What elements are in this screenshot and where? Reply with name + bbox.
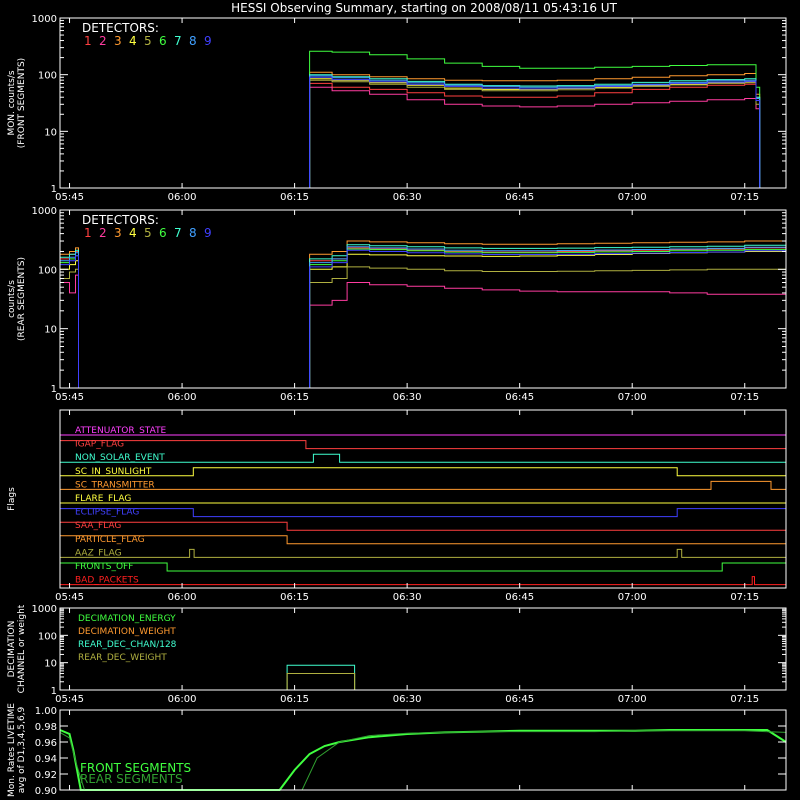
rear-counts-xtick-label: 06:00: [168, 392, 197, 403]
front-counts-xtick-label: 06:15: [280, 192, 309, 203]
rear-counts-detector-number: 9: [204, 226, 212, 240]
flags-xtick-label: 07:00: [618, 592, 647, 603]
livetime-ylabel: Mon. Rates LIVETIME: [7, 703, 17, 797]
decimation-legend-3: REAR_DEC_CHAN/128: [78, 640, 177, 650]
decimation-legend-2: DECIMATION_WEIGHT: [78, 627, 176, 637]
decimation-ytick-label: 100: [38, 631, 57, 642]
livetime-legend-rear-segments: REAR SEGMENTS: [80, 772, 183, 786]
rear-counts-xtick-label: 07:00: [618, 392, 647, 403]
front-counts-xtick-label: 06:00: [168, 192, 197, 203]
rear-counts-ylabel: (REAR SEGMENTS): [17, 257, 27, 341]
decimation-xtick-label: 05:45: [55, 694, 84, 705]
rear-counts-detector-number: 5: [144, 226, 152, 240]
rear-counts-xtick-label: 06:45: [505, 392, 534, 403]
rear-counts-xtick-label: 05:45: [55, 392, 84, 403]
front-counts-detectors-label: DETECTORS:: [82, 21, 159, 35]
livetime-ytick-label: 1.00: [35, 706, 57, 717]
front-counts-ytick-label: 100: [38, 71, 57, 82]
front-counts-xtick-label: 06:30: [393, 192, 422, 203]
rear-counts-ytick-label: 100: [38, 265, 57, 276]
rear-counts-xtick-label: 07:15: [730, 392, 759, 403]
front-counts-detector-number: 1: [84, 34, 92, 48]
decimation-xtick-label: 07:15: [730, 694, 759, 705]
livetime-ylabel: avg of D1,3,4,5,6,9: [17, 706, 27, 793]
rear-counts-ylabel: counts/s: [7, 280, 17, 318]
decimation-legend-4: REAR_DEC_WEIGHT: [78, 653, 167, 663]
rear-counts-xtick-label: 06:30: [393, 392, 422, 403]
front-counts-detector-number: 7: [174, 34, 182, 48]
rear-counts-detector-number: 3: [114, 226, 122, 240]
flags-xtick-label: 06:45: [505, 592, 534, 603]
front-counts-ylabel: (FRONT SEGMENTS): [17, 58, 27, 148]
decimation-legend-1: DECIMATION_ENERGY: [78, 614, 176, 624]
front-counts-detector-number: 5: [144, 34, 152, 48]
decimation-ytick-label: 10: [44, 659, 57, 670]
livetime-ytick-label: 0.90: [35, 786, 57, 797]
front-counts-detector-number: 9: [204, 34, 212, 48]
rear-counts-ytick-label: 10: [44, 325, 57, 336]
front-counts-xtick-label: 07:00: [618, 192, 647, 203]
front-counts-ytick-label: 1000: [32, 14, 57, 25]
decimation-xtick-label: 06:15: [280, 694, 309, 705]
rear-counts-detector-number: 1: [84, 226, 92, 240]
front-counts-detector-number: 6: [159, 34, 167, 48]
rear-counts-ytick-label: 1000: [32, 206, 57, 217]
front-counts-xtick-label: 05:45: [55, 192, 84, 203]
front-counts-ytick-label: 10: [44, 127, 57, 138]
decimation-ylabel: CHANNEL or weight: [17, 604, 27, 693]
rear-counts-xtick-label: 06:15: [280, 392, 309, 403]
flags-xtick-label: 06:00: [168, 592, 197, 603]
decimation-xtick-label: 06:45: [505, 694, 534, 705]
flags-xtick-label: 06:30: [393, 592, 422, 603]
rear-counts-detector-number: 8: [189, 226, 197, 240]
decimation-xtick-label: 07:00: [618, 694, 647, 705]
flags-xtick-label: 05:45: [55, 592, 84, 603]
rear-counts-detectors-label: DETECTORS:: [82, 213, 159, 227]
front-counts-xtick-label: 06:45: [505, 192, 534, 203]
hessi-observing-summary-figure: HESSI Observing Summary, starting on 200…: [0, 0, 800, 800]
rear-counts-detector-number: 6: [159, 226, 167, 240]
decimation-ytick-label: 1000: [32, 604, 57, 615]
front-counts-detector-number: 8: [189, 34, 197, 48]
flags-xtick-label: 07:15: [730, 592, 759, 603]
decimation-xtick-label: 06:30: [393, 694, 422, 705]
front-counts-detector-number: 4: [129, 34, 137, 48]
decimation-ylabel: DECIMATION: [7, 621, 17, 678]
livetime-ytick-label: 0.94: [35, 754, 57, 765]
flags-xtick-label: 06:15: [280, 592, 309, 603]
rear-counts-detector-number: 7: [174, 226, 182, 240]
front-counts-detector-number: 2: [99, 34, 107, 48]
livetime-ytick-label: 0.98: [35, 722, 57, 733]
rear-counts-detector-number: 4: [129, 226, 137, 240]
front-counts-xtick-label: 07:15: [730, 192, 759, 203]
flags-ylabel: Flags: [7, 487, 17, 511]
front-counts-detector-number: 3: [114, 34, 122, 48]
figure-title: HESSI Observing Summary, starting on 200…: [231, 1, 617, 15]
rear-counts-detector-number: 2: [99, 226, 107, 240]
livetime-ytick-label: 0.92: [35, 770, 57, 781]
decimation-xtick-label: 06:00: [168, 694, 197, 705]
front-counts-ylabel: MON. counts/s: [7, 70, 17, 135]
livetime-ytick-label: 0.96: [35, 738, 57, 749]
